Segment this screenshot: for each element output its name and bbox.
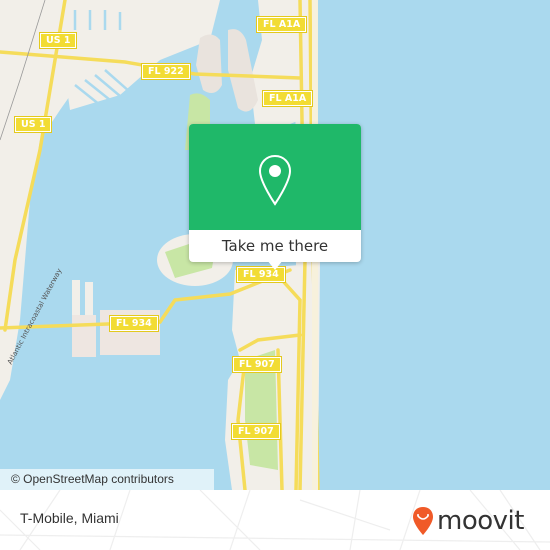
- fisher-island: [233, 306, 277, 330]
- take-me-there-button[interactable]: Take me there: [189, 230, 361, 262]
- road-shield-us1-south: US 1: [13, 116, 53, 133]
- map-view[interactable]: US 1 US 1 FL 922 FL A1A FL A1A FL 934 FL…: [0, 0, 550, 490]
- road-shield-fla1a-north: FL A1A: [255, 16, 308, 33]
- road-shield-fl907-north: FL 907: [232, 356, 282, 373]
- moovit-wordmark: moovit: [437, 506, 524, 536]
- location-popup[interactable]: Take me there: [189, 124, 361, 270]
- map-attribution[interactable]: © OpenStreetMap contributors: [0, 469, 214, 490]
- road-shield-fl907-south: FL 907: [231, 423, 281, 440]
- island-1: [196, 34, 222, 94]
- road-shield-us1-north: US 1: [38, 32, 78, 49]
- popup-header: [189, 124, 361, 230]
- port-island-4: [72, 315, 96, 357]
- road-shield-fl934-west: FL 934: [109, 315, 159, 332]
- place-name: T-Mobile, Miami: [20, 510, 119, 526]
- road-shield-fl922: FL 922: [141, 63, 191, 80]
- road-shield-fla1a-south: FL A1A: [261, 90, 314, 107]
- popup-pointer: [267, 260, 283, 270]
- map-pin-icon: [258, 154, 292, 206]
- moovit-logo[interactable]: moovit: [412, 503, 524, 539]
- moovit-smiley-pin-icon: [413, 507, 433, 535]
- footer-bar: T-Mobile, Miami moovit: [0, 490, 550, 550]
